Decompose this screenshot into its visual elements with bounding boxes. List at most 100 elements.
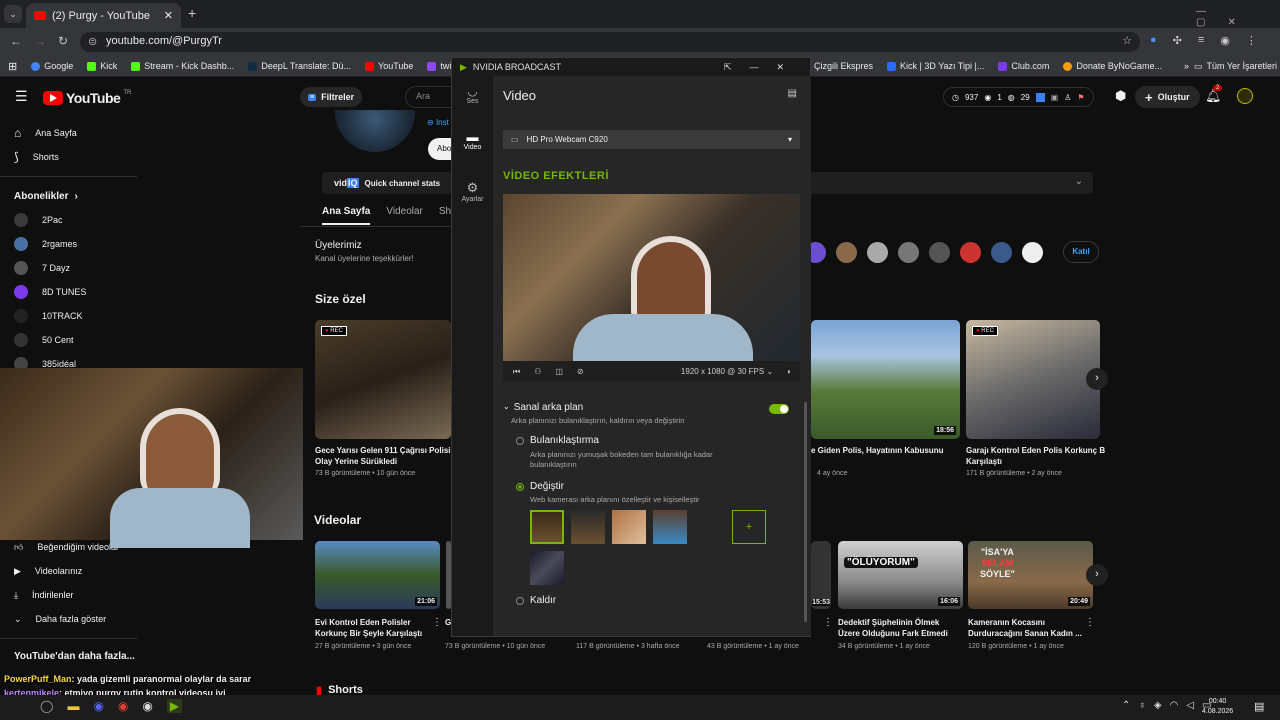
- video-thumbnail[interactable]: "İSA'YA SELAM SÖYLE" 20:49: [968, 541, 1093, 609]
- url-input[interactable]: ⊜ youtube.com/@PurgyTr ☆: [80, 32, 1140, 52]
- video-title[interactable]: Gece Yarısı Gelen 911 Çağrısı Polisi Ola…: [315, 445, 455, 467]
- extension-icon[interactable]: ●: [1150, 34, 1157, 47]
- member-avatar[interactable]: [1022, 242, 1043, 263]
- bookmark-google[interactable]: Google: [31, 61, 73, 71]
- tab-home[interactable]: Ana Sayfa: [322, 206, 371, 225]
- profile-icon[interactable]: ◉: [1220, 34, 1230, 47]
- window-controls[interactable]: —▢✕: [1196, 6, 1280, 28]
- bookmark-youtube[interactable]: YouTube: [365, 61, 413, 71]
- member-avatar[interactable]: [960, 242, 981, 263]
- more-options-icon[interactable]: ⋮: [1085, 617, 1095, 628]
- bookmark-stream-kick[interactable]: Stream - Kick Dashb...: [131, 61, 234, 71]
- camera-flip-icon[interactable]: ◫: [555, 367, 563, 376]
- mic-icon[interactable]: ♁: [1138, 700, 1146, 711]
- member-avatar[interactable]: [898, 242, 919, 263]
- carousel-next-button[interactable]: ›: [1086, 564, 1108, 586]
- video-thumbnail[interactable]: ● REC: [966, 320, 1100, 439]
- video-title[interactable]: e Giden Polis, Hayatının Kabusunu: [811, 445, 961, 456]
- feedback-icon[interactable]: ▤: [788, 88, 797, 99]
- file-explorer-icon[interactable]: ▬: [67, 699, 79, 713]
- volume-icon[interactable]: ◁: [1186, 700, 1194, 711]
- bookmark-kick[interactable]: Kick: [87, 61, 117, 71]
- background-option[interactable]: [571, 510, 605, 544]
- option-blur[interactable]: Bulanıklaştırma: [516, 435, 793, 446]
- subscription-item[interactable]: 2Pac: [14, 210, 134, 230]
- notifications-button[interactable]: 🔔︎ 2: [1205, 85, 1223, 104]
- sidebar-subscriptions[interactable]: Abonelikler ›: [14, 186, 134, 206]
- member-avatar[interactable]: [836, 242, 857, 263]
- chevron-up-icon[interactable]: ⌃: [1122, 700, 1130, 711]
- compare-icon[interactable]: ◐: [787, 367, 792, 376]
- nav-video[interactable]: ▬ Video: [452, 130, 493, 151]
- bookmark-cizgili[interactable]: Çizgili Ekspres: [814, 61, 873, 71]
- notification-center-icon[interactable]: ▤: [1254, 700, 1264, 713]
- back-icon[interactable]: ←: [10, 34, 22, 48]
- sidebar-show-more[interactable]: ⌄ Daha fazla göster: [14, 609, 134, 629]
- video-title[interactable]: Dedektif Şüphelinin Ölmek Üzere Olduğunu…: [838, 617, 958, 639]
- skip-icon[interactable]: ⏮: [513, 367, 520, 377]
- camera-select[interactable]: ▭ HD Pro Webcam C920 ▾: [503, 130, 800, 149]
- window-controls[interactable]: ⇱—✕: [724, 62, 802, 73]
- add-background-button[interactable]: +: [732, 510, 766, 544]
- nvidia-taskbar-icon[interactable]: ▶: [166, 699, 183, 713]
- clock[interactable]: 00:40 4.08.2026: [1202, 697, 1233, 717]
- bookmark-kick-3d[interactable]: Kick | 3D Yazı Tipi |...: [887, 61, 984, 71]
- search-icon[interactable]: ◯: [40, 699, 53, 713]
- more-icon[interactable]: ⋮: [1246, 34, 1257, 47]
- people-icon[interactable]: ⚇: [534, 367, 541, 376]
- sidebar-your-videos[interactable]: ▶ Videolarınız: [14, 561, 134, 581]
- resolution-select[interactable]: 1920 x 1080 @ 30 FPS ⌄: [681, 367, 773, 376]
- effect-name[interactable]: ⌄ Sanal arka plan: [503, 402, 793, 413]
- extensions-area[interactable]: ● ✣ ≡ ◉ ⋮: [1150, 34, 1257, 47]
- more-bookmarks-icon[interactable]: »: [1184, 61, 1189, 71]
- option-remove[interactable]: Kaldır: [516, 595, 793, 606]
- more-options-icon[interactable]: ⋮: [823, 617, 833, 628]
- sidebar-shorts[interactable]: ⟆ Shorts: [14, 147, 134, 167]
- carousel-next-button[interactable]: ›: [1086, 368, 1108, 390]
- subscription-item[interactable]: 2rgames: [14, 234, 134, 254]
- subscription-item[interactable]: 7 Dayz: [14, 258, 134, 278]
- bookmark-donate[interactable]: Donate ByNoGame...: [1063, 61, 1162, 71]
- subscription-item[interactable]: 10TRACK: [14, 306, 134, 326]
- join-button[interactable]: Katıl: [1063, 241, 1099, 263]
- search-input[interactable]: Ara: [405, 86, 451, 108]
- bookmark-club[interactable]: Club.com: [998, 61, 1049, 71]
- member-avatar[interactable]: [867, 242, 888, 263]
- puzzle-icon[interactable]: ✣: [1173, 34, 1182, 47]
- apps-icon[interactable]: ⊞: [8, 60, 17, 73]
- nav-settings[interactable]: ⚙ Ayarlar: [452, 180, 493, 203]
- video-title[interactable]: Kameranın Kocasını Durduracağını Sanan K…: [968, 617, 1083, 639]
- video-thumbnail[interactable]: ● REC: [315, 320, 451, 439]
- account-avatar[interactable]: [1237, 88, 1253, 104]
- background-option[interactable]: [530, 551, 564, 585]
- site-info-icon[interactable]: ⊜: [88, 35, 97, 48]
- menu-icon[interactable]: ≡: [1198, 34, 1204, 47]
- sidebar-home[interactable]: ⌂ Ana Sayfa: [14, 123, 134, 143]
- reload-icon[interactable]: ↻: [58, 34, 68, 48]
- radio-button[interactable]: [516, 596, 524, 605]
- effect-toggle[interactable]: [769, 404, 789, 414]
- network-icon[interactable]: ◈: [1154, 700, 1162, 711]
- video-thumbnail[interactable]: 18:56: [811, 320, 960, 439]
- background-option[interactable]: [530, 510, 564, 544]
- member-avatar[interactable]: [991, 242, 1012, 263]
- obs-icon[interactable]: ◉: [142, 699, 152, 713]
- upload-icon[interactable]: ⬢: [1115, 88, 1126, 104]
- video-title[interactable]: Garajı Kontrol Eden Polis Korkunç B Karş…: [966, 445, 1106, 467]
- discord-icon[interactable]: ◉: [93, 699, 103, 713]
- forward-icon[interactable]: →: [34, 34, 46, 48]
- radio-button-selected[interactable]: [516, 482, 524, 491]
- hide-icon[interactable]: ⊘: [577, 367, 584, 376]
- hamburger-menu-icon[interactable]: ☰: [15, 88, 28, 105]
- create-button[interactable]: + Oluştur: [1135, 86, 1200, 108]
- option-replace[interactable]: Değiştir: [516, 481, 793, 492]
- subscription-item[interactable]: 8D TUNES: [14, 282, 134, 302]
- video-thumbnail[interactable]: "ÖLÜYORUM" 16:06: [838, 541, 963, 609]
- instagram-link[interactable]: ⊖ Inst: [427, 118, 449, 127]
- youtube-logo[interactable]: YouTube TR: [43, 90, 131, 106]
- chrome-icon[interactable]: ◉: [118, 699, 128, 713]
- all-bookmarks[interactable]: ▭ Tüm Yer İşaretleri: [1194, 61, 1277, 72]
- member-avatar[interactable]: [929, 242, 950, 263]
- background-option[interactable]: [612, 510, 646, 544]
- tab-videos[interactable]: Videolar: [386, 206, 423, 225]
